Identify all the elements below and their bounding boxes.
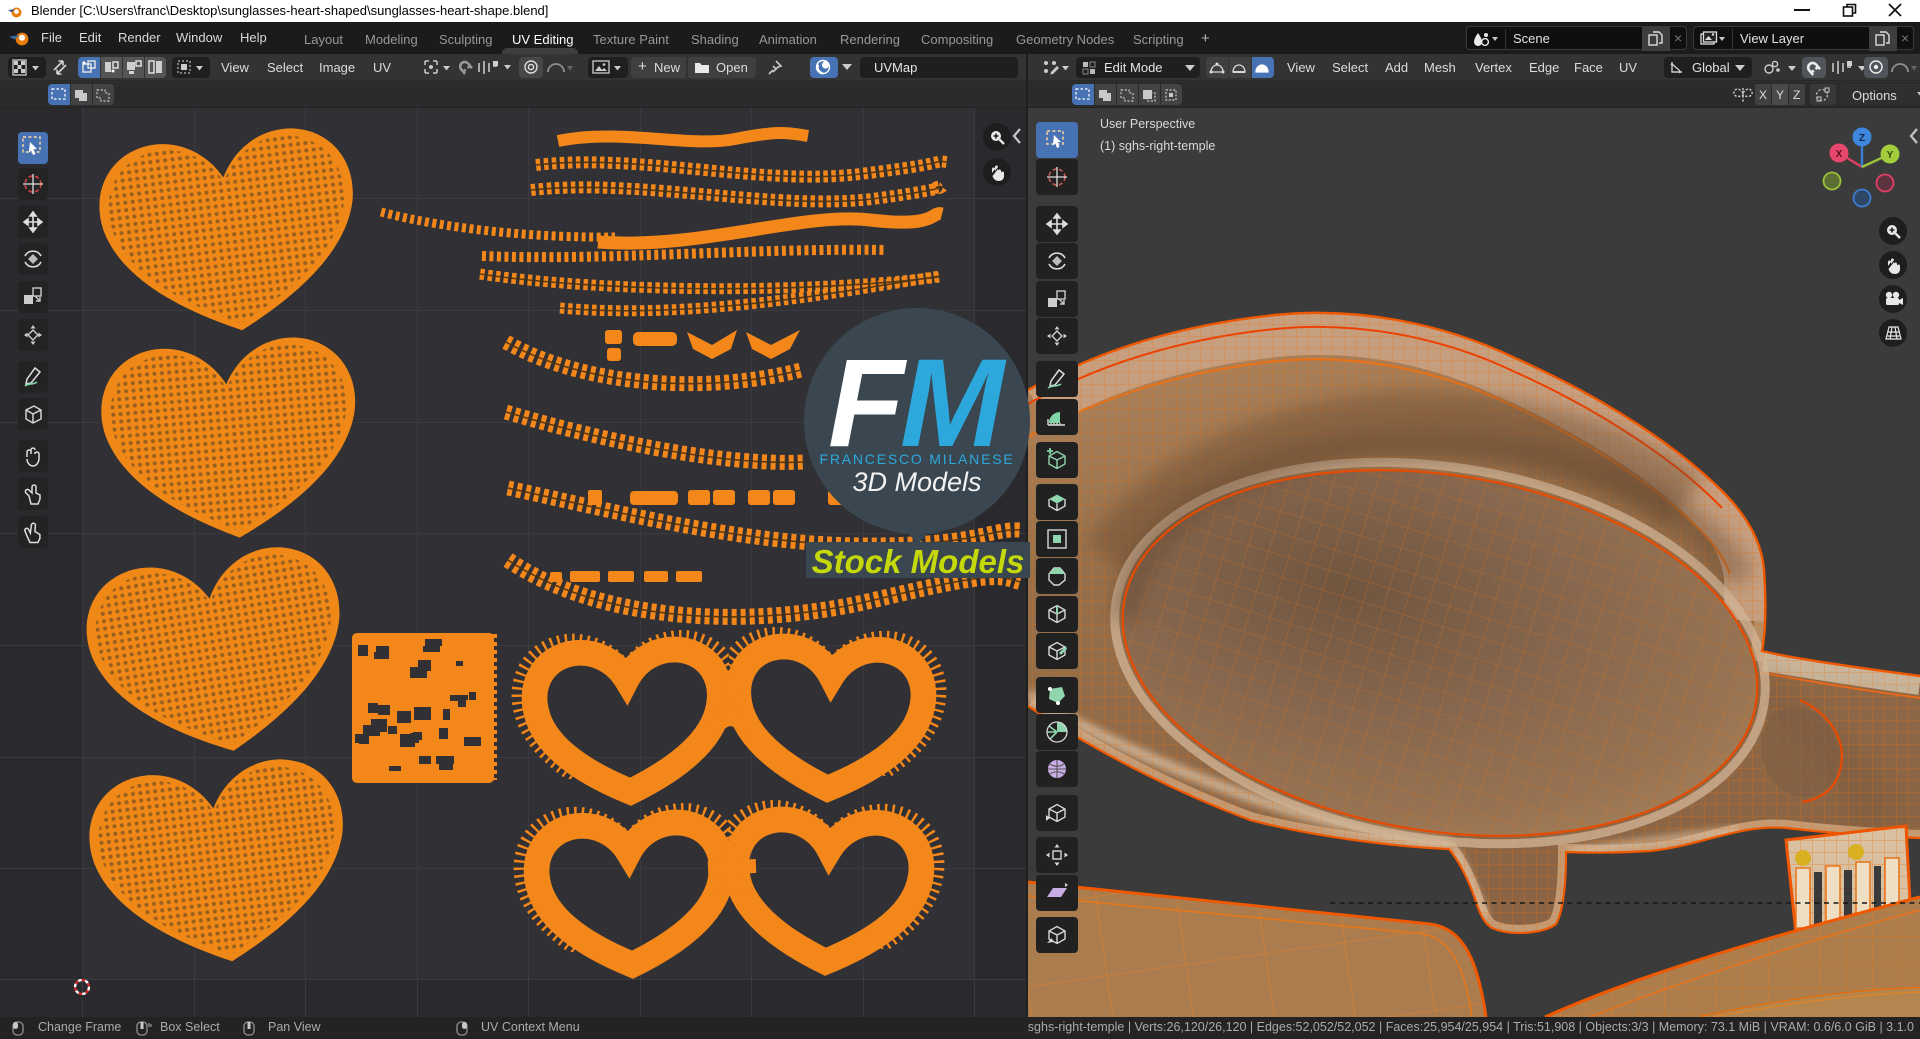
svg-text:3D Models: 3D Models [852, 467, 981, 497]
svg-text:X: X [1836, 149, 1843, 160]
svg-text:Y: Y [1887, 150, 1894, 161]
svg-text:Z: Z [1859, 133, 1865, 144]
svg-text:FRANCESCO MILANESE: FRANCESCO MILANESE [820, 451, 1015, 467]
